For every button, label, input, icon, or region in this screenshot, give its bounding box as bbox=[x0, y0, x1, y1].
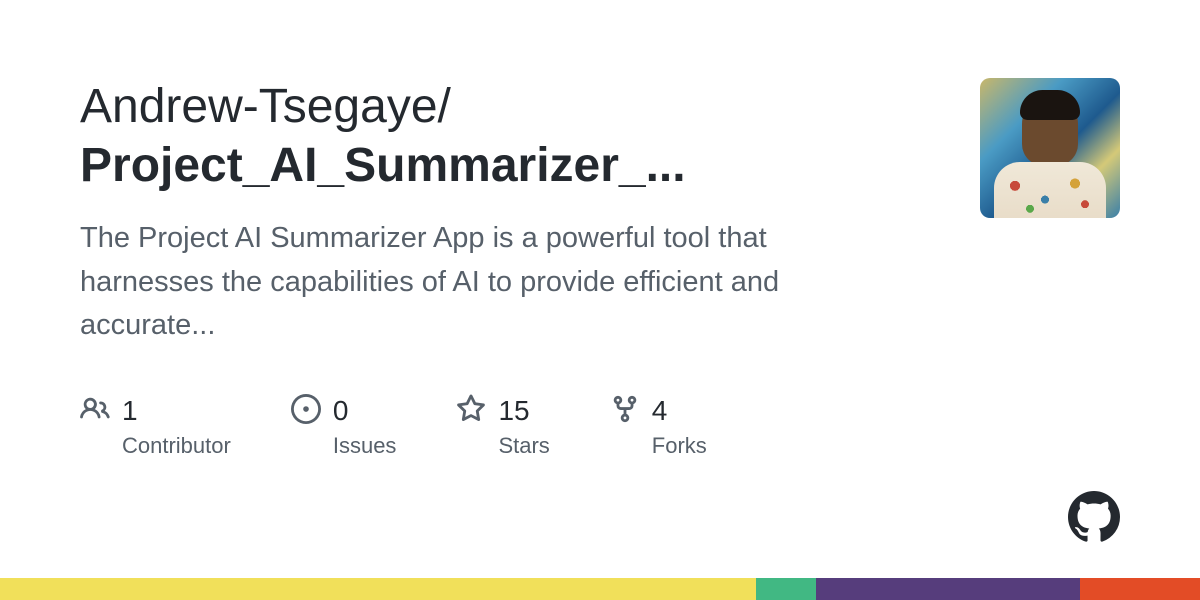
repo-description: The Project AI Summarizer App is a power… bbox=[80, 217, 860, 348]
lang-segment-purple bbox=[816, 578, 1080, 600]
lang-segment-teal bbox=[756, 578, 816, 600]
fork-icon bbox=[610, 394, 640, 429]
lang-segment-yellow bbox=[0, 578, 756, 600]
repo-stats: 1 Contributor 0 Issues 15 bbox=[80, 394, 940, 459]
star-icon bbox=[456, 394, 486, 429]
stars-label: Stars bbox=[498, 433, 549, 459]
issues-label: Issues bbox=[333, 433, 397, 459]
stat-issues[interactable]: 0 Issues bbox=[291, 394, 397, 459]
contributors-value: 1 bbox=[122, 395, 138, 427]
contributors-icon bbox=[80, 394, 110, 429]
repo-main: Andrew-Tsegaye/ Project_AI_Summarizer_..… bbox=[80, 78, 940, 459]
language-bar bbox=[0, 578, 1200, 600]
forks-label: Forks bbox=[652, 433, 707, 459]
repo-card: Andrew-Tsegaye/ Project_AI_Summarizer_..… bbox=[0, 0, 1200, 459]
repo-separator: / bbox=[438, 80, 451, 133]
stat-stars[interactable]: 15 Stars bbox=[456, 394, 549, 459]
lang-segment-orange bbox=[1080, 578, 1200, 600]
repo-title: Andrew-Tsegaye/ Project_AI_Summarizer_..… bbox=[80, 78, 940, 195]
stars-value: 15 bbox=[498, 395, 529, 427]
contributors-label: Contributor bbox=[122, 433, 231, 459]
issues-value: 0 bbox=[333, 395, 349, 427]
issues-icon bbox=[291, 394, 321, 429]
forks-value: 4 bbox=[652, 395, 668, 427]
stat-forks[interactable]: 4 Forks bbox=[610, 394, 707, 459]
stat-contributors[interactable]: 1 Contributor bbox=[80, 394, 231, 459]
repo-name[interactable]: Project_AI_Summarizer_... bbox=[80, 139, 686, 192]
avatar[interactable] bbox=[980, 78, 1120, 218]
github-logo-icon[interactable] bbox=[1068, 491, 1120, 548]
repo-owner[interactable]: Andrew-Tsegaye bbox=[80, 80, 438, 133]
